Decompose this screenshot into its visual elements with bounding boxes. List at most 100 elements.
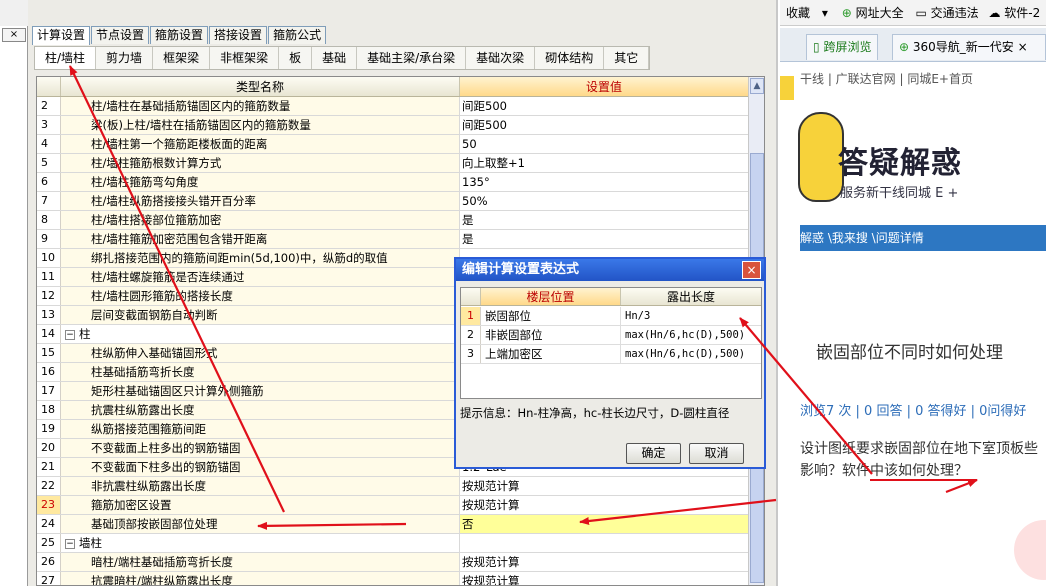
row-number: 27 <box>37 572 61 585</box>
row-number: 24 <box>37 515 61 533</box>
url-directory-link[interactable]: 网址大全 <box>856 6 904 20</box>
tab-360-nav-label: 360导航_新一代安 <box>912 40 1014 54</box>
chevron-down-icon[interactable]: ▾ <box>822 6 828 20</box>
row-number: 14 <box>37 325 61 343</box>
tab-shear-wall[interactable]: 剪力墙 <box>96 47 154 69</box>
tab-column[interactable]: 柱/墙柱 <box>35 47 97 69</box>
table-row[interactable]: 4 柱/墙柱第一个箍筋距楼板面的距离 50 <box>37 135 748 154</box>
dialog-hint: 提示信息：Hn-柱净高，hc-柱长边尺寸，D-圆柱直径 <box>460 406 730 420</box>
tab-foundation-main-beam[interactable]: 基础主梁/承台梁 <box>357 47 467 69</box>
setting-value[interactable]: 按规范计算 <box>460 572 748 585</box>
floating-button[interactable] <box>1014 520 1046 580</box>
setting-value[interactable]: 按规范计算 <box>460 496 748 514</box>
table-row[interactable]: 22 非抗震柱纵筋露出长度 按规范计算 <box>37 477 748 496</box>
row-number: 13 <box>37 306 61 324</box>
table-row[interactable]: 7 柱/墙柱纵筋搭接接头错开百分率 50% <box>37 192 748 211</box>
software-link[interactable]: 软件-2 <box>1004 6 1040 20</box>
favorites-link[interactable]: 收藏 <box>786 6 810 20</box>
setting-value[interactable]: 间距500 <box>460 116 748 134</box>
phone-icon: ▯ <box>813 40 820 54</box>
table-row[interactable]: 26 暗柱/端柱基础插筋弯折长度 按规范计算 <box>37 553 748 572</box>
expression-length[interactable]: max(Hn/6,hc(D),500) <box>621 345 761 363</box>
collapse-toggle-icon[interactable]: − <box>65 329 75 340</box>
scroll-up-button[interactable]: ▲ <box>750 78 764 94</box>
group-title: 墙柱 <box>79 536 102 550</box>
setting-value[interactable] <box>460 534 748 552</box>
close-icon[interactable]: × <box>1018 40 1028 54</box>
ok-button[interactable]: 确定 <box>626 443 681 464</box>
tab-stirrup-formula[interactable]: 箍筋公式 <box>268 26 327 44</box>
setting-name: 柱/墙柱螺旋箍筋是否连续通过 <box>61 268 460 286</box>
row-number: 19 <box>37 420 61 438</box>
tab-frame-beam[interactable]: 框架梁 <box>153 47 211 69</box>
setting-value[interactable]: 向上取整+1 <box>460 154 748 172</box>
dialog-close-button[interactable]: × <box>742 261 761 279</box>
table-row[interactable]: 23 箍筋加密区设置 按规范计算 <box>37 496 748 515</box>
hero-subtitle: 服务新干线同城 E + <box>840 186 959 201</box>
grid-header-name: 类型名称 <box>61 77 460 96</box>
group-label[interactable]: − 墙柱 <box>61 534 460 552</box>
tab-other[interactable]: 其它 <box>604 47 650 69</box>
table-row[interactable]: 8 柱/墙柱搭接部位箍筋加密是 <box>37 211 748 230</box>
dialog-title: 编辑计算设置表达式 <box>456 259 764 281</box>
row-number: 18 <box>37 401 61 419</box>
setting-value[interactable]: 是 <box>460 230 748 248</box>
setting-name: 柱/墙柱箍筋弯勾角度 <box>61 173 460 191</box>
tab-stirrup-settings[interactable]: 箍筋设置 <box>150 26 209 44</box>
tab-cross-screen[interactable]: ▯ 跨屏浏览 <box>806 34 879 60</box>
setting-value[interactable]: 135° <box>460 173 748 191</box>
setting-name: 柱/墙柱第一个箍筋距楼板面的距离 <box>61 135 460 153</box>
tab-foundation-secondary-beam[interactable]: 基础次梁 <box>466 47 536 69</box>
setting-value[interactable]: 50 <box>460 135 748 153</box>
tab-360-nav[interactable]: ⊕ 360导航_新一代安 × <box>892 34 1046 60</box>
breadcrumb[interactable]: 解惑 \我来搜 \问题详情 <box>800 225 1046 251</box>
table-row[interactable]: 9 柱/墙柱箍筋加密范围包含错开距离是 <box>37 230 748 249</box>
tab-calc-settings[interactable]: 计算设置 <box>32 26 91 45</box>
tab-foundation[interactable]: 基础 <box>312 47 358 69</box>
setting-value[interactable]: 按规范计算 <box>460 477 748 495</box>
row-number: 6 <box>37 173 61 191</box>
table-row[interactable]: 2 柱/墙柱在基础插筋锚固区内的箍筋数量 间距500 <box>37 97 748 116</box>
traffic-link[interactable]: 交通违法 <box>931 6 979 20</box>
collapse-toggle-icon[interactable]: − <box>65 538 75 549</box>
row-number: 12 <box>37 287 61 305</box>
expression-length[interactable]: max(Hn/6,hc(D),500) <box>621 326 761 344</box>
browser-pane: 收藏 ▾ ⊕ 网址大全 ▭ 交通违法 ☁ 软件-2 ▯ 跨屏浏览 ⊕ 360导航… <box>780 0 1046 586</box>
expression-row[interactable]: 2 非嵌固部位 max(Hn/6,hc(D),500) <box>461 326 761 345</box>
table-row[interactable]: 25− 墙柱 <box>37 534 748 553</box>
left-pane: × <box>0 0 28 586</box>
left-pane-close-button[interactable]: × <box>2 28 26 42</box>
row-number: 23 <box>37 496 61 514</box>
setting-value[interactable]: 是 <box>460 211 748 229</box>
site-nav[interactable]: 干线 | 广联达官网 | 同城E+首页 <box>800 70 973 87</box>
tab-masonry[interactable]: 砌体结构 <box>535 47 605 69</box>
setting-name: 柱/墙柱搭接部位箍筋加密 <box>61 211 460 229</box>
side-marker <box>780 76 794 100</box>
setting-value[interactable]: 间距500 <box>460 97 748 115</box>
table-row[interactable]: 6 柱/墙柱箍筋弯勾角度 135° <box>37 173 748 192</box>
expression-length[interactable]: Hn/3 <box>621 307 761 325</box>
expression-row-number: 3 <box>461 345 481 363</box>
setting-name: 柱/墙柱纵筋搭接接头错开百分率 <box>61 192 460 210</box>
table-row[interactable]: 24 基础顶部按嵌固部位处理否 <box>37 515 748 534</box>
group-label[interactable]: − 柱 <box>61 325 460 343</box>
row-number: 4 <box>37 135 61 153</box>
expression-row[interactable]: 1 嵌固部位 Hn/3 <box>461 307 761 326</box>
grid-header-value: 设置值 <box>460 77 748 96</box>
setting-value[interactable]: 按规范计算 <box>460 553 748 571</box>
setting-value[interactable]: 否 <box>460 515 748 533</box>
tab-slab[interactable]: 板 <box>279 47 313 69</box>
cancel-button[interactable]: 取消 <box>689 443 744 464</box>
setting-name: 矩形柱基础锚固区只计算外侧箍筋 <box>61 382 460 400</box>
tab-non-frame-beam[interactable]: 非框架梁 <box>210 47 280 69</box>
tab-lap-settings[interactable]: 搭接设置 <box>209 26 268 44</box>
tab-node-settings[interactable]: 节点设置 <box>91 26 150 44</box>
table-row[interactable]: 5 柱/墙柱箍筋根数计算方式 向上取整+1 <box>37 154 748 173</box>
table-row[interactable]: 3 梁(板)上柱/墙柱在插筋锚固区内的箍筋数量 间距500 <box>37 116 748 135</box>
group-title: 柱 <box>79 327 91 341</box>
row-number: 17 <box>37 382 61 400</box>
setting-name: 非抗震柱纵筋露出长度 <box>61 477 460 495</box>
setting-value[interactable]: 50% <box>460 192 748 210</box>
expression-row[interactable]: 3 上端加密区 max(Hn/6,hc(D),500) <box>461 345 761 364</box>
table-row[interactable]: 27 抗震暗柱/端柱纵筋露出长度 按规范计算 <box>37 572 748 585</box>
